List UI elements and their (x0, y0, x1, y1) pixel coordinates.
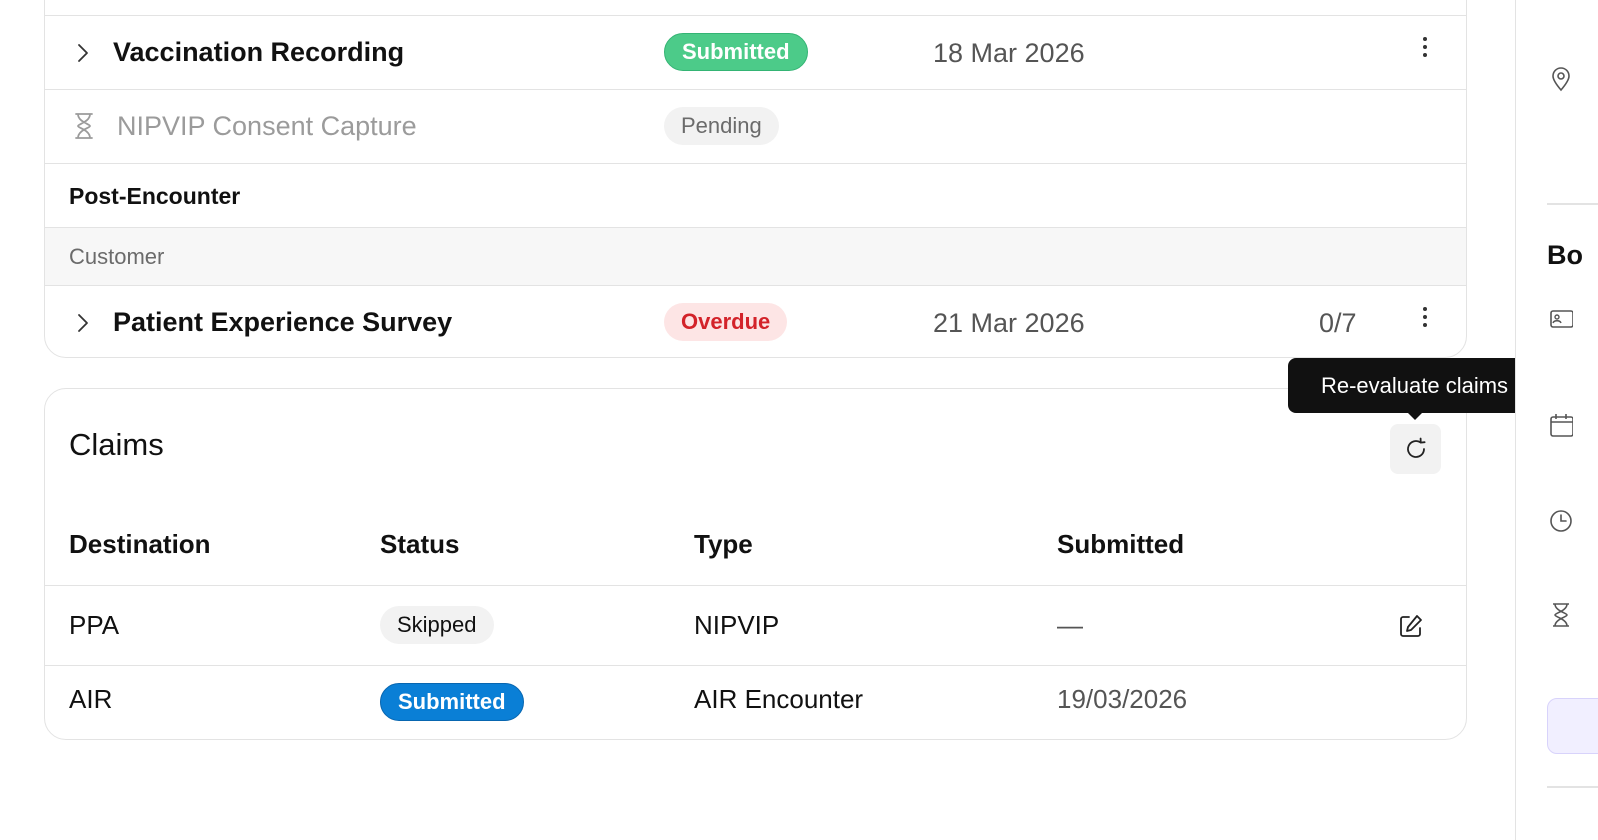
location-pin-icon (1552, 67, 1570, 92)
chevron-right-icon[interactable] (73, 43, 93, 63)
claims-card: Claims Destination Status Type Submitted… (44, 388, 1467, 740)
task-name: Patient Experience Survey (113, 307, 453, 337)
claim-submitted: 19/03/2026 (1057, 684, 1188, 714)
hourglass-icon (1553, 603, 1569, 627)
table-row: AIR Submitted AIR Encounter 19/03/2026 (45, 665, 1466, 739)
clock-icon (1550, 510, 1572, 532)
claims-title: Claims (69, 427, 164, 462)
group-title: Customer (69, 244, 165, 269)
status-badge: Overdue (664, 303, 788, 341)
task-row-patient-experience-survey[interactable]: Patient Experience Survey Overdue 21 Mar… (45, 285, 1466, 357)
side-divider (1547, 203, 1598, 205)
claim-submitted: — (1057, 610, 1083, 640)
table-row: PPA Skipped NIPVIP — (45, 585, 1466, 665)
section-title: Post-Encounter (69, 183, 241, 209)
refresh-icon (1406, 437, 1425, 458)
column-header-destination[interactable]: Destination (69, 529, 211, 560)
status-badge: Skipped (380, 606, 494, 644)
claim-type: NIPVIP (694, 610, 780, 640)
kebab-menu-icon[interactable] (1415, 304, 1435, 330)
side-panel-heading: Bo (1547, 240, 1583, 270)
side-panel-tile[interactable] (1547, 698, 1598, 754)
side-divider (1547, 786, 1598, 788)
task-date: 18 Mar 2026 (933, 38, 1085, 68)
status-badge: Submitted (380, 683, 524, 721)
task-date: 21 Mar 2026 (933, 308, 1085, 338)
task-name: Vaccination Recording (113, 37, 405, 67)
re-evaluate-claims-button[interactable] (1390, 424, 1441, 474)
hourglass-icon (75, 113, 93, 139)
chevron-right-icon[interactable] (73, 313, 93, 333)
tooltip: Re-evaluate claims (1288, 358, 1541, 413)
column-header-type[interactable]: Type (694, 529, 753, 560)
edit-icon[interactable] (1398, 613, 1424, 639)
status-badge: Pending (664, 107, 779, 145)
task-progress-count: 0/7 (1319, 308, 1357, 338)
group-header: Customer (45, 227, 1466, 285)
kebab-menu-icon[interactable] (1415, 34, 1435, 60)
claim-destination: PPA (69, 610, 120, 640)
calendar-icon (1550, 414, 1573, 437)
tooltip-arrow (1405, 410, 1425, 420)
column-header-submitted[interactable]: Submitted (1057, 529, 1184, 560)
id-card-icon (1550, 310, 1573, 328)
status-badge: Submitted (664, 33, 808, 71)
task-row-nipvip-consent-capture: NIPVIP Consent Capture Pending (45, 89, 1466, 163)
tasks-card: Vaccination Recording Submitted 18 Mar 2… (44, 0, 1467, 358)
column-header-status[interactable]: Status (380, 529, 459, 560)
claim-destination: AIR (69, 684, 113, 714)
task-row-vaccination-recording[interactable]: Vaccination Recording Submitted 18 Mar 2… (45, 15, 1466, 89)
main-content: Vaccination Recording Submitted 18 Mar 2… (0, 0, 1541, 840)
claim-type: AIR Encounter (694, 684, 864, 714)
side-panel: Bo (1515, 0, 1598, 840)
section-header: Post-Encounter (45, 163, 1466, 227)
task-name: NIPVIP Consent Capture (117, 111, 417, 141)
